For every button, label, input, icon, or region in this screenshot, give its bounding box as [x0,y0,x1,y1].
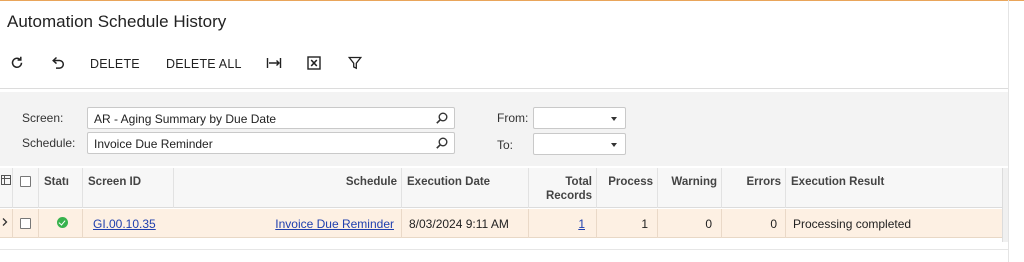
schedule-field[interactable]: Invoice Due Reminder [87,132,455,154]
export-excel-icon[interactable] [305,54,323,72]
from-label: From: [497,111,529,125]
row-schedule-cell: Invoice Due Reminder [174,209,402,238]
page-title: Automation Schedule History [7,12,227,31]
column-header-execution-result[interactable]: Execution Result [786,168,1002,208]
total-records-link[interactable]: 1 [578,217,585,231]
fit-columns-icon[interactable] [265,54,283,72]
column-header-execution-date-label: Execution Date [407,176,491,188]
column-header-warning[interactable]: Warning [658,168,722,208]
row-errors-cell: 0 [722,209,786,238]
column-header-total-records[interactable]: Total Records [529,168,597,208]
column-header-execution-result-label: Execution Result [791,176,885,188]
column-header-screen-id-label: Screen ID [88,176,142,188]
execution-date-value: 8/03/2024 9:11 AM [409,217,509,231]
column-header-status-label: Statı [44,176,69,188]
filter-panel: Screen: AR - Aging Summary by Due Date S… [0,92,1008,166]
column-header-execution-date[interactable]: Execution Date [402,168,529,208]
refresh-icon[interactable] [8,54,26,72]
column-header-schedule[interactable]: Schedule [174,168,402,208]
from-date-field[interactable] [533,107,626,129]
top-accent-line [0,0,1024,1]
bottom-divider [0,249,1008,250]
select-all-checkbox[interactable] [20,176,31,187]
screen-label: Screen: [22,111,64,125]
filter-icon[interactable] [346,54,364,72]
row-process-cell: 1 [597,209,658,238]
column-header-schedule-label: Schedule [345,176,397,188]
select-all-cell [13,168,39,208]
search-icon[interactable] [435,136,449,150]
row-status-cell [39,209,83,238]
execution-result-value: Processing completed [793,217,912,231]
table-row[interactable]: GI.00.10.35 Invoice Due Reminder 8/03/20… [0,209,1002,238]
column-header-process[interactable]: Process [597,168,658,208]
column-header-errors-label: Errors [746,176,781,188]
process-value: 1 [641,217,648,231]
undo-icon[interactable] [48,54,66,72]
delete-all-button[interactable]: DELETE ALL [166,57,242,71]
schedule-link[interactable]: Invoice Due Reminder [275,217,394,231]
row-execution-date-cell: 8/03/2024 9:11 AM [402,209,529,238]
chevron-down-icon[interactable] [611,117,617,121]
column-settings-icon[interactable] [1,175,11,188]
to-date-field[interactable] [533,133,626,155]
schedule-value: Invoice Due Reminder [94,137,213,151]
to-label: To: [497,138,514,152]
column-header-errors[interactable]: Errors [722,168,786,208]
column-settings-cell [0,168,13,208]
chevron-down-icon[interactable] [611,143,617,147]
row-expander[interactable] [0,209,13,238]
history-grid: Statı Screen ID Schedule Execution Date … [0,168,1008,242]
toolbar-divider [0,88,1008,89]
screen-value: AR - Aging Summary by Due Date [94,112,277,126]
delete-button[interactable]: DELETE [90,57,140,71]
grid-header: Statı Screen ID Schedule Execution Date … [0,168,1002,208]
row-execution-result-cell: Processing completed [786,209,1002,238]
column-header-total-records-label-1: Total [565,176,592,188]
row-warning-cell: 0 [658,209,722,238]
row-screen-id-cell: GI.00.10.35 [83,209,174,238]
page-right-border [1008,0,1009,262]
warning-value: 0 [705,217,712,231]
row-select-cell [13,209,39,238]
column-header-status[interactable]: Statı [39,168,83,208]
column-header-process-label: Process [608,176,653,188]
column-header-screen-id[interactable]: Screen ID [83,168,174,208]
success-check-icon [57,217,68,228]
row-total-records-cell: 1 [529,209,597,238]
column-header-warning-label: Warning [671,176,717,188]
errors-value: 0 [770,217,777,231]
row-checkbox[interactable] [20,218,31,229]
schedule-label: Schedule: [22,136,76,150]
search-icon[interactable] [435,111,449,125]
chevron-right-icon[interactable] [1,216,9,230]
toolbar: DELETE DELETE ALL [0,50,1024,78]
column-header-total-records-label-2: Records [545,190,592,202]
screen-field[interactable]: AR - Aging Summary by Due Date [87,107,455,129]
screen-id-link[interactable]: GI.00.10.35 [93,217,156,231]
